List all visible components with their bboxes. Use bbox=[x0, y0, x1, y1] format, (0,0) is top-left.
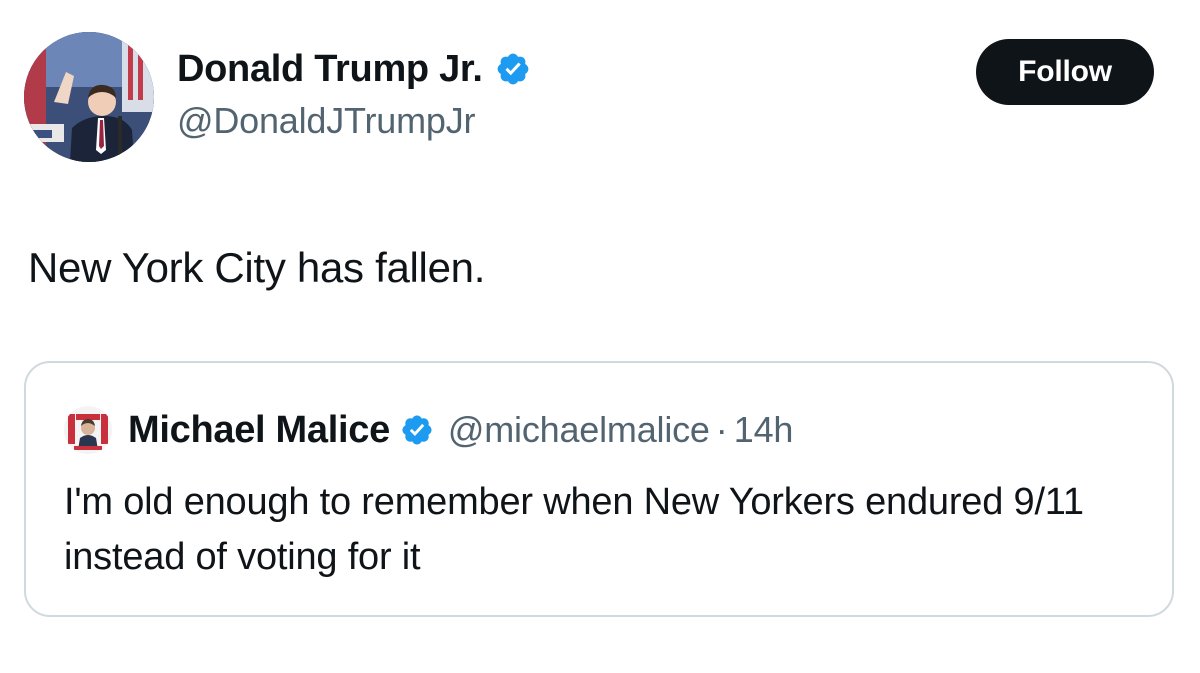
quoted-tweet-header: Michael Malice @michaelmalice · 14h bbox=[64, 405, 793, 455]
follow-button[interactable]: Follow bbox=[976, 39, 1154, 105]
quoted-tweet-text: I'm old enough to remember when New York… bbox=[64, 481, 1084, 578]
author-name[interactable]: Donald Trump Jr. bbox=[177, 48, 483, 91]
separator-dot: · bbox=[715, 409, 728, 450]
author-name-row: Donald Trump Jr. bbox=[177, 46, 531, 92]
quoted-tweet-timestamp[interactable]: 14h bbox=[734, 409, 794, 451]
quoted-author-name[interactable]: Michael Malice bbox=[128, 409, 390, 452]
quoted-author-handle[interactable]: @michaelmalice bbox=[448, 409, 710, 451]
verified-badge-icon[interactable] bbox=[495, 51, 531, 87]
author-info: Donald Trump Jr. @DonaldJTrumpJr bbox=[177, 46, 531, 142]
author-avatar[interactable] bbox=[24, 32, 154, 162]
quoted-author-avatar[interactable] bbox=[64, 406, 112, 454]
verified-badge-icon bbox=[400, 413, 434, 447]
tweet-header: Donald Trump Jr. @DonaldJTrumpJr Follow bbox=[24, 32, 1154, 164]
tweet-text: New York City has fallen. bbox=[28, 244, 486, 291]
author-handle[interactable]: @DonaldJTrumpJr bbox=[177, 100, 531, 142]
quoted-tweet-card[interactable]: Michael Malice @michaelmalice · 14h I'm … bbox=[24, 361, 1174, 617]
